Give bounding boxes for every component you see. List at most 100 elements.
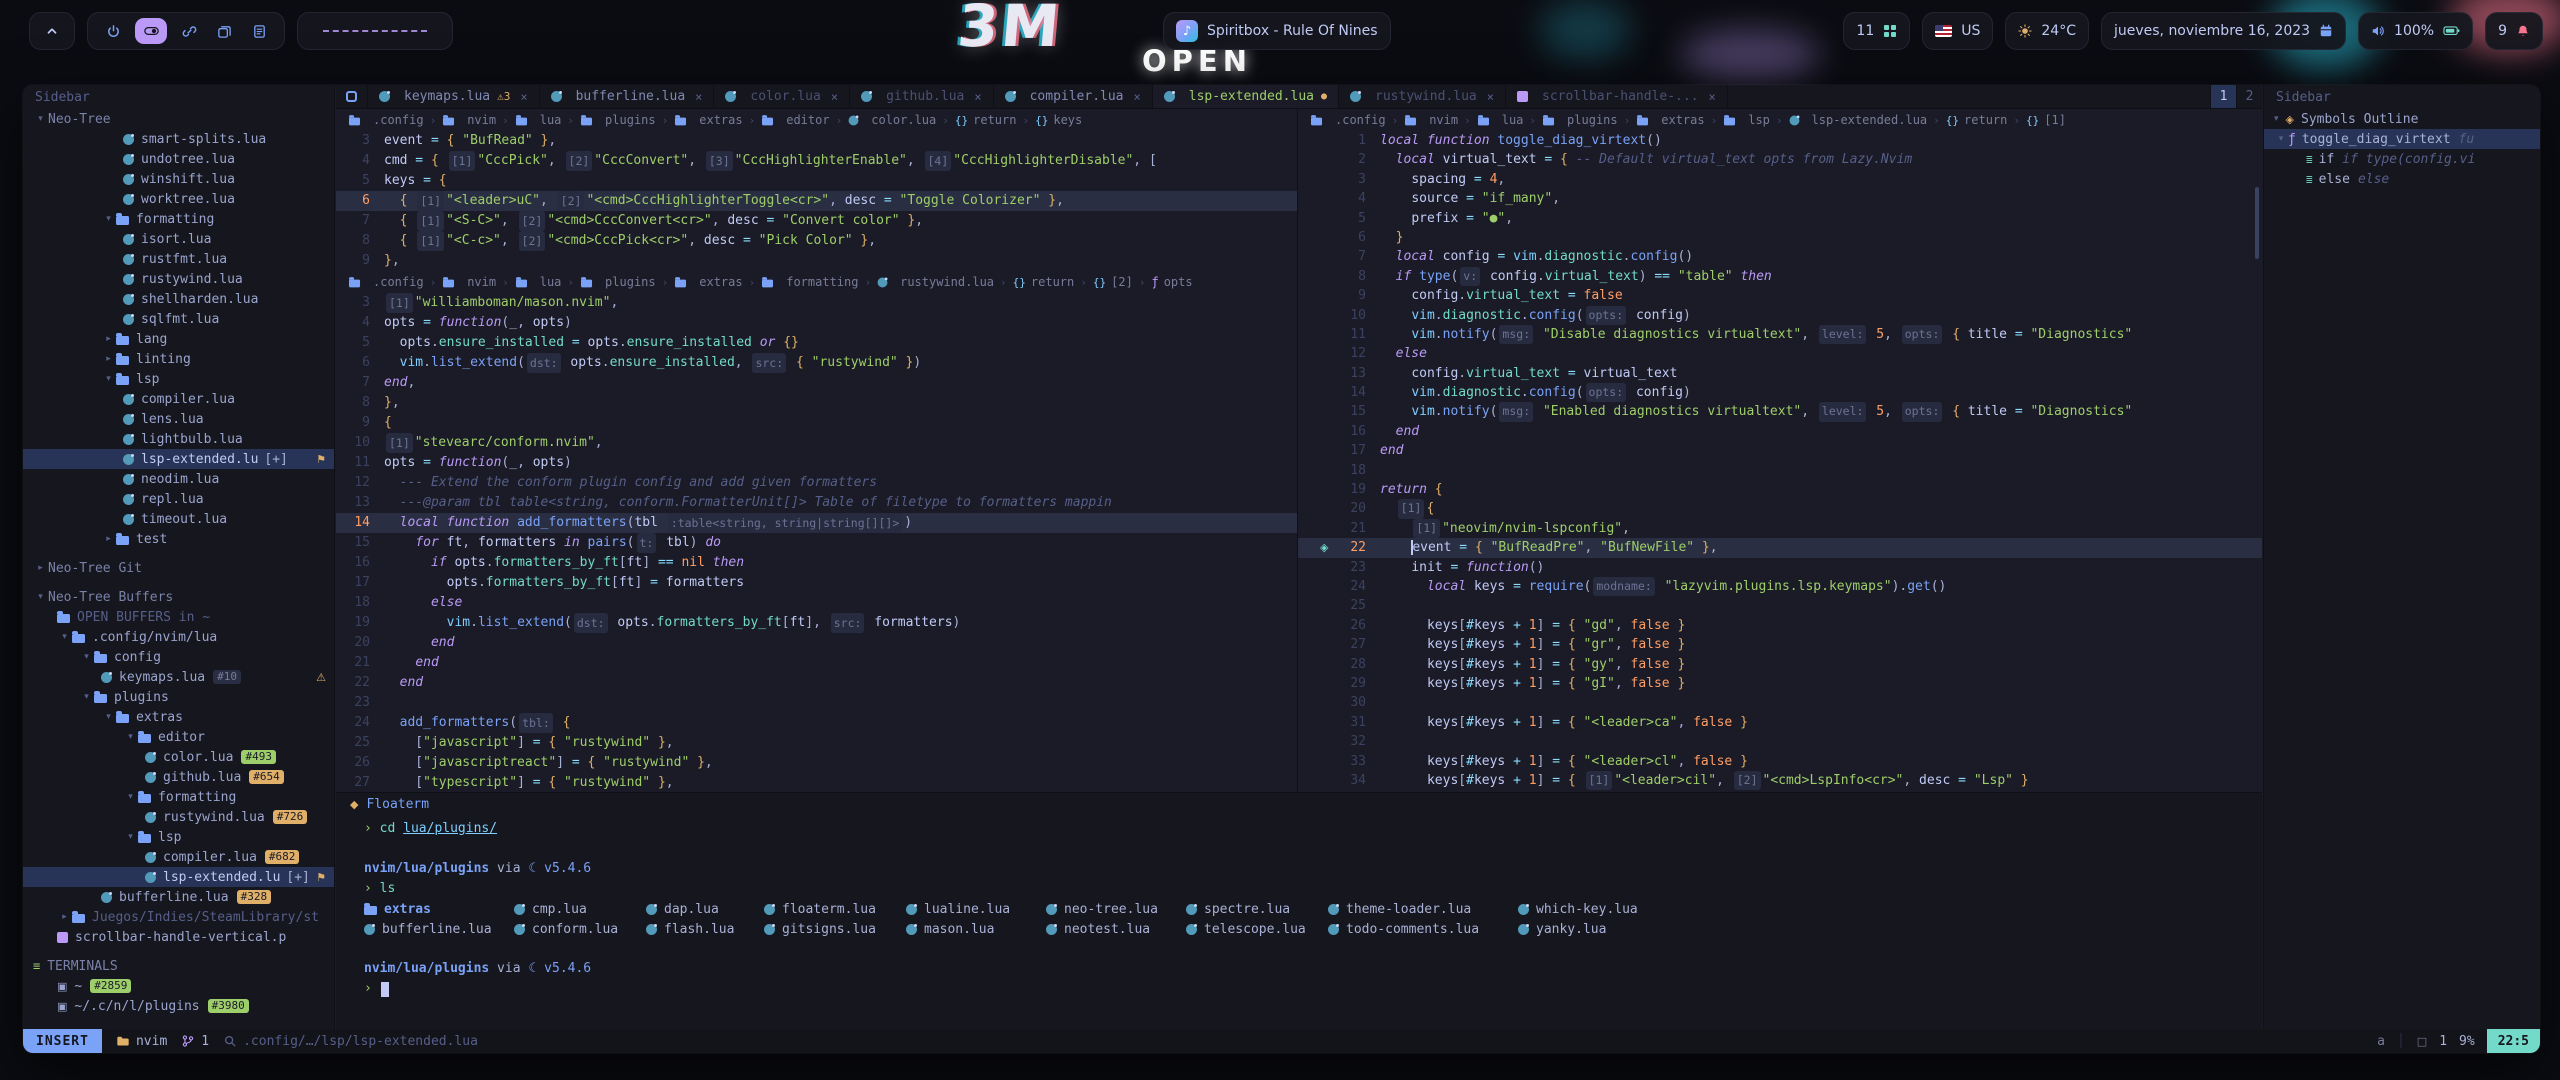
code-line[interactable]: 21 end xyxy=(336,653,1297,673)
code-line[interactable]: 1local function toggle_diag_virtext() xyxy=(1298,131,2262,150)
ls-item[interactable]: cmp.lua xyxy=(514,902,646,917)
code-line[interactable]: 30 xyxy=(1298,693,2262,712)
sidebar-section-neo-tree-git[interactable]: ▸Neo-Tree Git xyxy=(23,558,334,578)
code-line[interactable]: 16 if opts.formatters_by_ft[ft] == nil t… xyxy=(336,553,1297,573)
tree-item[interactable]: color.lua#493 xyxy=(23,747,334,767)
code-line[interactable]: 5keys = { xyxy=(336,171,1297,191)
note-button[interactable] xyxy=(246,18,272,44)
code-line[interactable]: 12 else xyxy=(1298,344,2262,363)
code-line[interactable]: 10 vim.diagnostic.config(opts: config) xyxy=(1298,306,2262,325)
ls-item[interactable]: dap.lua xyxy=(646,902,764,917)
toggle-button[interactable] xyxy=(135,18,167,44)
close-icon[interactable]: × xyxy=(831,90,838,104)
tabpage-button[interactable]: 1 xyxy=(2210,85,2236,108)
editor-tab[interactable]: compiler.lua× xyxy=(994,85,1153,108)
git-branch-segment[interactable]: 1 xyxy=(181,1034,209,1049)
editor-tab[interactable]: lsp-extended.lua● xyxy=(1153,85,1339,108)
code-line[interactable]: ◈ 22 event = { "BufReadPre", "BufNewFile… xyxy=(1298,538,2262,557)
tree-item[interactable]: keymaps.lua#10⚠ xyxy=(23,667,334,687)
code-line[interactable]: 18 else xyxy=(336,593,1297,613)
date-widget[interactable]: jueves, noviembre 16, 2023 xyxy=(2101,12,2346,50)
close-icon[interactable]: × xyxy=(1709,90,1716,104)
code-line[interactable]: 5 opts.ensure_installed = opts.ensure_in… xyxy=(336,333,1297,353)
breadcrumb-item[interactable]: {}[2] xyxy=(1093,275,1133,289)
close-icon[interactable]: × xyxy=(695,90,702,104)
code-line[interactable]: 26 ["javascriptreact"] = { "rustywind" }… xyxy=(336,753,1297,773)
code-line[interactable]: 23 xyxy=(336,693,1297,713)
ls-item[interactable]: theme-loader.lua xyxy=(1328,902,1518,917)
ls-item[interactable]: telescope.lua xyxy=(1186,922,1328,937)
tree-item[interactable]: lens.lua xyxy=(23,409,334,429)
terminal-item[interactable]: ▣~/.c/n/l/plugins#3980 xyxy=(23,996,334,1016)
code-line[interactable]: 23 init = function() xyxy=(1298,558,2262,577)
tree-item[interactable]: ▸Juegos/Indies/SteamLibrary/st xyxy=(23,907,334,927)
tree-item[interactable]: sqlfmt.lua xyxy=(23,309,334,329)
ls-item[interactable]: neotest.lua xyxy=(1046,922,1186,937)
code-line[interactable]: 19return { xyxy=(1298,480,2262,499)
tree-item[interactable]: winshift.lua xyxy=(23,169,334,189)
tree-item[interactable]: ▾formatting xyxy=(23,787,334,807)
tree-item[interactable]: ▾.config/nvim/lua xyxy=(23,627,334,647)
code-line[interactable]: 8 { [1]"<C-c>", [2]"<cmd>CccPick<cr>", d… xyxy=(336,231,1297,251)
tree-item[interactable]: compiler.lua xyxy=(23,389,334,409)
code-line[interactable]: 34 keys[#keys + 1] = { [1]"<leader>cil",… xyxy=(1298,771,2262,790)
keyboard-layout-widget[interactable]: US xyxy=(1922,12,1993,50)
breadcrumb-item[interactable]: lua xyxy=(515,275,562,289)
editor-tab[interactable]: rustywind.lua× xyxy=(1339,85,1506,108)
code-line[interactable]: 7 local config = vim.diagnostic.config() xyxy=(1298,247,2262,266)
tree-item[interactable]: lightbulb.lua xyxy=(23,429,334,449)
tree-item[interactable]: worktree.lua xyxy=(23,189,334,209)
terminal-output[interactable]: › cd lua/plugins/nvim/lua/plugins via ☾ … xyxy=(336,815,2262,999)
code-line[interactable]: 14 local function add_formatters(tbl :ta… xyxy=(336,513,1297,533)
tree-item[interactable]: shellharden.lua xyxy=(23,289,334,309)
breadcrumb-item[interactable]: {}return xyxy=(955,113,1017,127)
scrollbar-handle[interactable] xyxy=(2255,187,2259,259)
weather-widget[interactable]: 24°C xyxy=(2005,12,2089,50)
tree-item[interactable]: scrollbar-handle-vertical.p xyxy=(23,927,334,947)
ls-item[interactable]: yanky.lua xyxy=(1518,922,2262,937)
ls-item[interactable]: mason.lua xyxy=(906,922,1046,937)
code-line[interactable]: 9}, xyxy=(336,251,1297,271)
code-line[interactable]: 11opts = function(_, opts) xyxy=(336,453,1297,473)
code-line[interactable]: 9{ xyxy=(336,413,1297,433)
ls-item[interactable]: flash.lua xyxy=(646,922,764,937)
ls-item[interactable]: spectre.lua xyxy=(1186,902,1328,917)
tree-item[interactable]: ▾config xyxy=(23,647,334,667)
code-line[interactable]: 25 xyxy=(1298,596,2262,615)
code-line[interactable]: 13 config.virtual_text = virtual_text xyxy=(1298,364,2262,383)
close-icon[interactable]: × xyxy=(974,90,981,104)
bar-input[interactable] xyxy=(297,12,453,50)
music-widget[interactable]: ♪ Spiritbox - Rule Of Nines xyxy=(1163,12,1391,50)
ls-item[interactable]: gitsigns.lua xyxy=(764,922,906,937)
ls-item[interactable]: lualine.lua xyxy=(906,902,1046,917)
code-line[interactable]: 7end, xyxy=(336,373,1297,393)
code-line[interactable]: 4 source = "if_many", xyxy=(1298,189,2262,208)
layers-button[interactable] xyxy=(211,18,237,44)
code-line[interactable]: 17end xyxy=(1298,441,2262,460)
volume-widget[interactable]: 100% xyxy=(2358,12,2473,50)
code-line[interactable]: 10[1]"stevearc/conform.nvim", xyxy=(336,433,1297,453)
tabpage-button[interactable]: 2 xyxy=(2236,85,2262,108)
breadcrumb-item[interactable]: plugins xyxy=(580,113,656,127)
breadcrumb-item[interactable]: {}keys xyxy=(1035,113,1082,127)
code-line[interactable]: 13 ---@param tbl table<string, conform.F… xyxy=(336,493,1297,513)
tree-item[interactable]: rustfmt.lua xyxy=(23,249,334,269)
breadcrumb-item[interactable]: .config xyxy=(348,113,424,127)
code-line[interactable]: 2 local virtual_text = { -- Default virt… xyxy=(1298,150,2262,169)
code-line[interactable]: 27 ["typescript"] = { "rustywind" }, xyxy=(336,773,1297,792)
notifications-widget[interactable]: 9 xyxy=(2485,12,2543,50)
launcher-button[interactable] xyxy=(29,12,75,50)
symbols-outline-header[interactable]: ▾ ◈ Symbols Outline xyxy=(2264,109,2540,129)
breadcrumb-item[interactable]: nvim xyxy=(442,275,496,289)
breadcrumb-item[interactable]: plugins xyxy=(580,275,656,289)
code-line[interactable]: 3[1]"williamboman/mason.nvim", xyxy=(336,293,1297,313)
code-line[interactable]: 26 keys[#keys + 1] = { "gd", false } xyxy=(1298,616,2262,635)
power-button[interactable] xyxy=(100,18,126,44)
code-line[interactable]: 6 { [1]"<leader>uC", [2]"<cmd>CccHighlig… xyxy=(336,191,1297,211)
tree-item[interactable]: lsp-extended.lu[+]⚑ xyxy=(23,449,334,469)
code-line[interactable]: 3event = { "BufRead" }, xyxy=(336,131,1297,151)
breadcrumb-item[interactable]: extras xyxy=(674,275,742,289)
code-line[interactable]: 5 prefix = "●", xyxy=(1298,209,2262,228)
sidebar-section-terminals[interactable]: ≡TERMINALS xyxy=(23,956,334,976)
tree-item[interactable]: compiler.lua#682 xyxy=(23,847,334,867)
